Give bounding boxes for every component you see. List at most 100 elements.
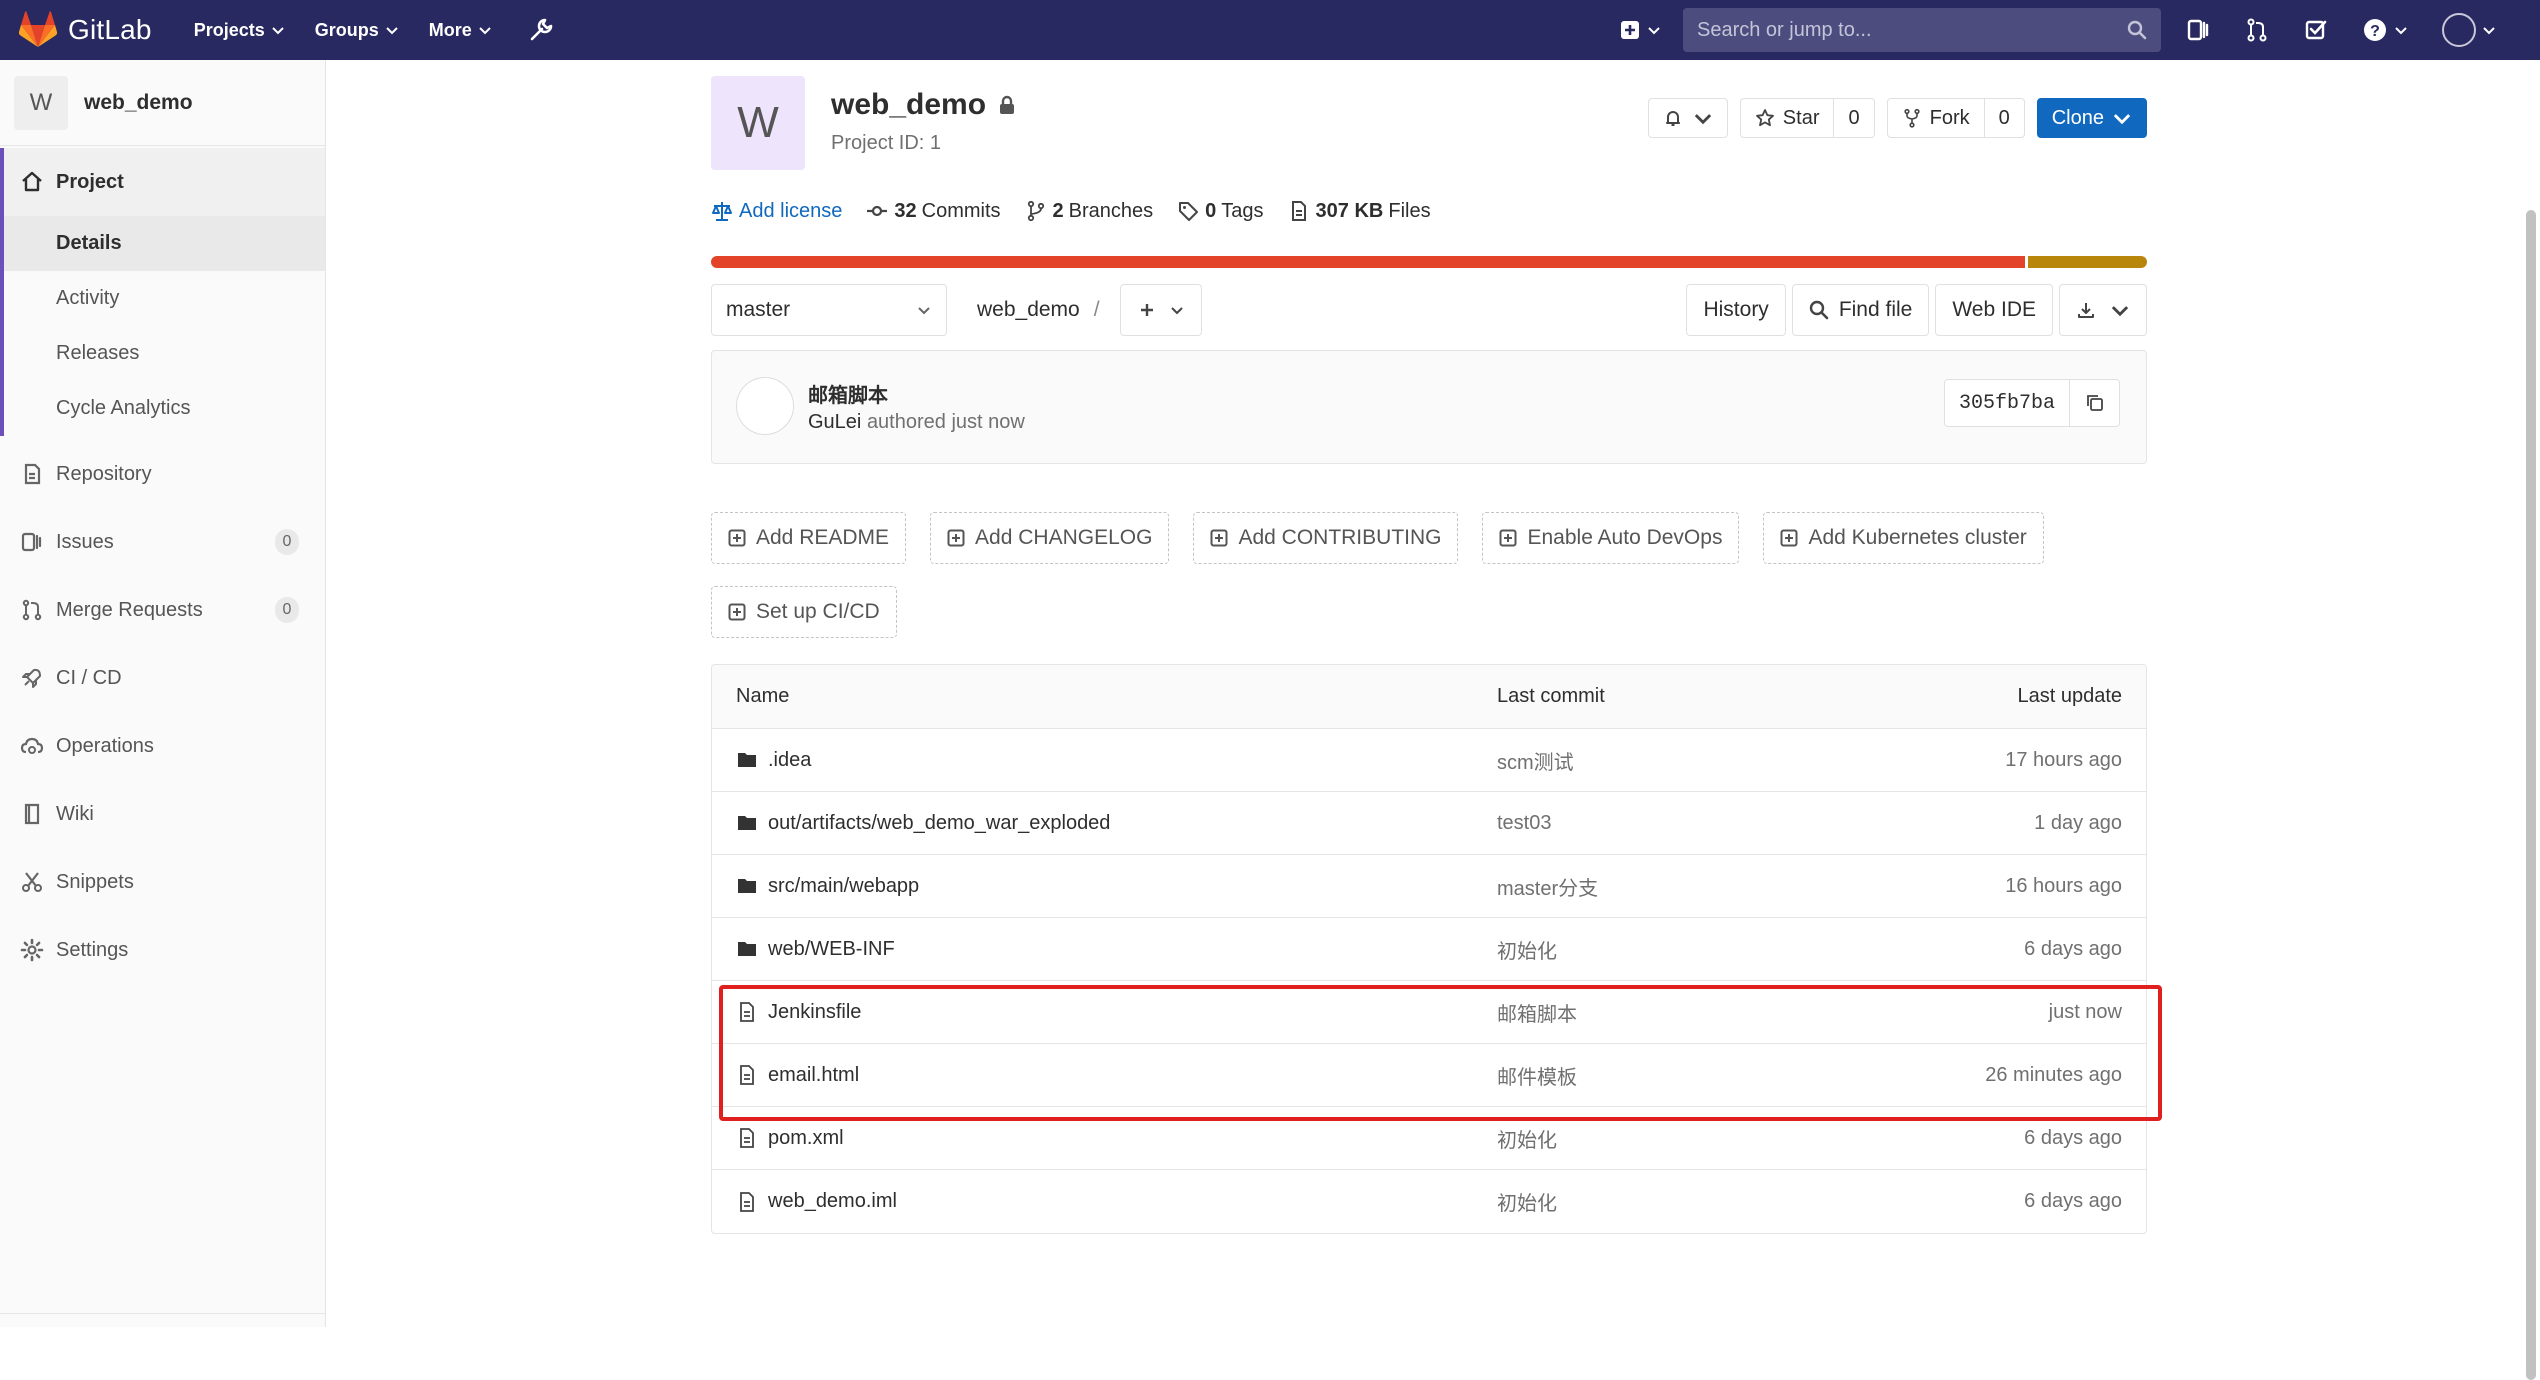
quick-link-button[interactable]: Add CONTRIBUTING (1193, 512, 1459, 564)
sidebar-subitem-cycle-analytics[interactable]: Cycle Analytics (4, 381, 325, 436)
table-row[interactable]: email.html 邮件模板 26 minutes ago (712, 1044, 2146, 1107)
commit-author[interactable]: GuLei (808, 411, 861, 433)
sidebar-subitem-activity[interactable]: Activity (4, 271, 325, 326)
file-name[interactable]: web_demo.iml (768, 1190, 897, 1213)
sidebar-subitem-releases[interactable]: Releases (4, 326, 325, 381)
sidebar-item-merge-requests[interactable]: Merge Requests 0 (0, 576, 325, 644)
nav-projects-dropdown[interactable]: Projects (194, 20, 285, 41)
file-name[interactable]: src/main/webapp (768, 875, 919, 898)
add-to-tree-dropdown[interactable] (1119, 284, 1202, 336)
file-name-cell[interactable]: pom.xml (712, 1127, 1497, 1150)
file-name-cell[interactable]: .idea (712, 749, 1497, 772)
merge-requests-icon[interactable] (2244, 17, 2270, 43)
history-button[interactable]: History (1686, 284, 1786, 336)
sidebar-item-ci-cd[interactable]: CI / CD (0, 644, 325, 712)
file-name-cell[interactable]: web/WEB-INF (712, 938, 1497, 961)
sidebar-item-issues[interactable]: Issues 0 (0, 508, 325, 576)
file-name[interactable]: pom.xml (768, 1127, 844, 1150)
star-button[interactable]: Star (1739, 98, 1835, 138)
sidebar-item-settings[interactable]: Settings (0, 916, 325, 984)
quick-link-button[interactable]: Add CHANGELOG (930, 512, 1170, 564)
star-count[interactable]: 0 (1834, 98, 1875, 138)
admin-wrench-icon[interactable] (528, 17, 554, 43)
file-name-cell[interactable]: email.html (712, 1064, 1497, 1087)
sidebar-item-wiki[interactable]: Wiki (0, 780, 325, 848)
download-dropdown[interactable] (2059, 284, 2147, 336)
table-row[interactable]: out/artifacts/web_demo_war_exploded test0… (712, 792, 2146, 855)
file-name[interactable]: email.html (768, 1064, 859, 1087)
issues-icon[interactable] (2185, 17, 2211, 43)
todos-icon[interactable] (2303, 17, 2329, 43)
notifications-dropdown[interactable] (1647, 98, 1728, 138)
find-file-button[interactable]: Find file (1791, 284, 1930, 336)
file-name[interactable]: .idea (768, 749, 811, 772)
table-row[interactable]: web_demo.iml 初始化 6 days ago (712, 1170, 2146, 1233)
quick-link-label: Add CHANGELOG (975, 526, 1153, 549)
add-license-link[interactable]: Add license (711, 200, 842, 223)
branches-link[interactable]: 2 Branches (1025, 200, 1153, 223)
plus-square-icon (728, 603, 746, 621)
file-name-cell[interactable]: out/artifacts/web_demo_war_exploded (712, 812, 1497, 835)
gitlab-logo[interactable]: GitLab (18, 0, 152, 60)
table-row[interactable]: Jenkinsfile 邮箱脚本 just now (712, 981, 2146, 1044)
scrollbar-thumb[interactable] (2526, 210, 2536, 1380)
file-last-commit[interactable]: test03 (1497, 812, 1917, 835)
commit-author-avatar[interactable] (736, 377, 794, 435)
sidebar-collapse-bar[interactable] (0, 1313, 326, 1327)
file-last-commit[interactable]: 初始化 (1497, 1124, 1917, 1153)
fork-button[interactable]: Fork (1886, 98, 1985, 138)
copy-sha-button[interactable] (2070, 379, 2120, 427)
file-last-commit[interactable]: 初始化 (1497, 935, 1917, 964)
files-link[interactable]: 307 KB Files (1288, 200, 1431, 223)
fork-count[interactable]: 0 (1984, 98, 2025, 138)
quick-link-button[interactable]: Set up CI/CD (711, 586, 897, 638)
table-row[interactable]: .idea scm测试 17 hours ago (712, 729, 2146, 792)
page-scrollbar[interactable] (2520, 60, 2540, 1380)
table-row[interactable]: web/WEB-INF 初始化 6 days ago (712, 918, 2146, 981)
nav-groups-dropdown[interactable]: Groups (315, 20, 399, 41)
quick-link-button[interactable]: Add README (711, 512, 907, 564)
gear-icon (20, 938, 44, 962)
file-name-cell[interactable]: web_demo.iml (712, 1190, 1497, 1213)
folder-icon (738, 753, 756, 767)
file-last-commit[interactable]: 初始化 (1497, 1187, 1917, 1216)
web-ide-button[interactable]: Web IDE (1935, 284, 2053, 336)
chevron-down-icon (1648, 27, 1660, 35)
file-name[interactable]: out/artifacts/web_demo_war_exploded (768, 812, 1110, 835)
commits-link[interactable]: 32 Commits (866, 200, 1001, 223)
sidebar-item-repository[interactable]: Repository (0, 440, 325, 508)
user-menu-dropdown[interactable] (2442, 13, 2496, 47)
sidebar-item-project[interactable]: Project (0, 148, 325, 216)
branch-selector[interactable]: master (711, 284, 947, 336)
language-segment[interactable] (711, 256, 2025, 268)
help-dropdown[interactable]: ? (2362, 17, 2408, 43)
new-item-dropdown[interactable] (1619, 19, 1661, 41)
tags-link[interactable]: 0 Tags (1177, 200, 1264, 223)
file-last-commit[interactable]: master分支 (1497, 872, 1917, 901)
file-name[interactable]: Jenkinsfile (768, 1001, 861, 1024)
file-last-commit[interactable]: scm测试 (1497, 746, 1917, 775)
quick-link-button[interactable]: Enable Auto DevOps (1482, 512, 1740, 564)
commit-sha[interactable]: 305fb7ba (1943, 379, 2070, 427)
sidebar-item-operations[interactable]: Operations (0, 712, 325, 780)
nav-more-dropdown[interactable]: More (429, 20, 492, 41)
table-row[interactable]: src/main/webapp master分支 16 hours ago (712, 855, 2146, 918)
commit-title[interactable]: 邮箱脚本 (808, 379, 888, 408)
language-segment[interactable] (2024, 256, 2147, 268)
file-name-cell[interactable]: Jenkinsfile (712, 1001, 1497, 1024)
file-name-cell[interactable]: src/main/webapp (712, 875, 1497, 898)
table-row[interactable]: pom.xml 初始化 6 days ago (712, 1107, 2146, 1170)
search-input[interactable]: Search or jump to... (1683, 8, 2161, 52)
file-name[interactable]: web/WEB-INF (768, 938, 895, 961)
file-last-commit[interactable]: 邮箱脚本 (1497, 998, 1917, 1027)
sidebar-item-label: Operations (56, 734, 154, 757)
clone-dropdown[interactable]: Clone (2036, 98, 2147, 138)
sidebar-project-context[interactable]: W web_demo (0, 60, 325, 146)
repository-languages-bar[interactable] (711, 256, 2147, 268)
sidebar-item-snippets[interactable]: Snippets (0, 848, 325, 916)
commit-time: authored just now (866, 411, 1025, 433)
breadcrumb-root[interactable]: web_demo (977, 298, 1080, 322)
file-last-commit[interactable]: 邮件模板 (1497, 1061, 1917, 1090)
quick-link-button[interactable]: Add Kubernetes cluster (1763, 512, 2044, 564)
sidebar-subitem-details[interactable]: Details (4, 216, 325, 271)
